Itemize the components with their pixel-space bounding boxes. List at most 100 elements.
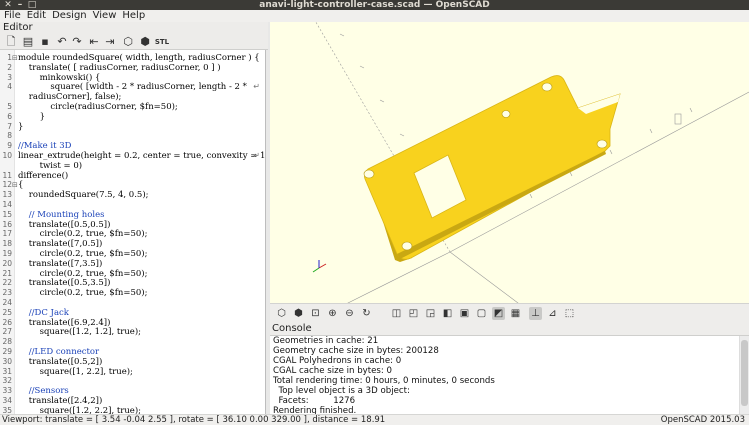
unindent-icon[interactable]: ⇤ bbox=[87, 35, 101, 49]
code-text: square( [width - 2 * radiusCorner, lengt… bbox=[18, 82, 247, 93]
code-line: radiusCorner], false); bbox=[0, 92, 265, 103]
code-line: 13 roundedSquare(7.5, 4, 0.5); bbox=[0, 190, 265, 200]
menu-edit[interactable]: Edit bbox=[24, 10, 49, 22]
save-icon[interactable]: ▪ bbox=[38, 35, 52, 49]
code-text: radiusCorner], false); bbox=[18, 92, 122, 103]
minimize-icon[interactable]: – bbox=[14, 0, 26, 10]
zoom-in-icon[interactable]: ⊕ bbox=[326, 307, 339, 320]
rendered-model bbox=[363, 75, 621, 262]
menu-design[interactable]: Design bbox=[49, 10, 90, 22]
maximize-icon[interactable]: □ bbox=[26, 0, 38, 10]
line-number: 34 bbox=[2, 396, 12, 405]
line-wrap-icon: ↵ bbox=[253, 151, 260, 160]
line-number: 11 bbox=[2, 170, 12, 180]
console-dock-title: Console bbox=[270, 323, 749, 335]
view-bottom-icon[interactable]: ◲ bbox=[424, 307, 437, 320]
line-number: 3 bbox=[7, 72, 12, 82]
show-axes-icon[interactable]: ⊥ bbox=[529, 307, 542, 320]
code-text: square([1.2, 1.2], true); bbox=[18, 327, 142, 338]
code-line: 7} bbox=[0, 121, 265, 132]
code-line: 9 //Make it 3D bbox=[0, 141, 265, 151]
line-number: 10 bbox=[2, 151, 12, 160]
line-number: 13 bbox=[2, 190, 12, 200]
view-top-icon[interactable]: ◰ bbox=[407, 307, 420, 320]
line-number: 15 bbox=[2, 209, 12, 219]
code-line: 30 translate([0.5,2]) bbox=[0, 356, 265, 367]
line-number: 2 bbox=[7, 62, 12, 72]
code-text: translate([0.5,2]) bbox=[18, 356, 103, 367]
line-number: 30 bbox=[2, 356, 12, 366]
code-text: translate([0.5,3.5]) bbox=[18, 278, 111, 289]
close-icon[interactable]: ✕ bbox=[2, 0, 14, 10]
line-number: 24 bbox=[2, 298, 12, 307]
menu-help[interactable]: Help bbox=[119, 10, 148, 22]
line-number: 12 bbox=[2, 180, 12, 190]
code-text: translate( [ radiusCorner, radiusCorner,… bbox=[18, 62, 221, 73]
code-line: 23 circle(0.2, true, $fn=50); bbox=[0, 288, 265, 298]
indent-icon[interactable]: ⇥ bbox=[103, 35, 117, 49]
code-line: 35 square([1.2, 2.2], true); bbox=[0, 406, 265, 414]
code-editor[interactable]: 1 ⊟ module roundedSquare( width, length, r… bbox=[0, 50, 266, 414]
view-back-icon[interactable]: ▢ bbox=[475, 307, 488, 320]
console-line: Geometries in cache: 21 bbox=[273, 336, 379, 346]
console-line: Rendering finished. bbox=[273, 406, 357, 414]
render-icon[interactable]: ⬢ bbox=[138, 35, 152, 49]
version-label: OpenSCAD 2015.03 bbox=[660, 415, 745, 425]
view-right-icon[interactable]: ◫ bbox=[390, 307, 403, 320]
code-line: 4 square( [width - 2 * radiusCorner, len… bbox=[0, 82, 265, 93]
console-scrollbar-thumb[interactable] bbox=[741, 340, 748, 406]
console-line: CGAL Polyhedrons in cache: 0 bbox=[273, 356, 402, 366]
undo-icon[interactable]: ↶ bbox=[55, 35, 69, 49]
line-number: 28 bbox=[2, 337, 12, 347]
show-edges-icon[interactable]: ⬚ bbox=[563, 307, 576, 320]
code-line: 34 translate([2.4,2]) bbox=[0, 396, 265, 406]
view-left-icon[interactable]: ◧ bbox=[441, 307, 454, 320]
code-line: 2 translate( [ radiusCorner, radiusCorne… bbox=[0, 62, 265, 73]
code-line: twist = 0) bbox=[0, 161, 265, 171]
code-text: } bbox=[18, 121, 24, 132]
render-icon[interactable]: ⬢ bbox=[292, 307, 305, 320]
console-line: Total rendering time: 0 hours, 0 minutes… bbox=[273, 376, 495, 386]
code-line: 33 //Sensors bbox=[0, 386, 265, 396]
new-file-icon[interactable]: 🗋 bbox=[4, 35, 18, 49]
export-stl-icon[interactable]: STL bbox=[154, 35, 170, 49]
code-text: square([1, 2.2], true); bbox=[18, 366, 133, 377]
console-scrollbar[interactable] bbox=[739, 336, 749, 414]
menu-view[interactable]: View bbox=[90, 10, 120, 22]
preview-icon[interactable]: ⬡ bbox=[121, 35, 135, 49]
code-text: translate([7,3.5]) bbox=[18, 258, 103, 269]
line-number: 16 bbox=[2, 219, 12, 229]
code-line: 24 bbox=[0, 298, 265, 308]
code-text: //DC Jack bbox=[18, 307, 69, 318]
redo-icon[interactable]: ↷ bbox=[70, 35, 84, 49]
console-line: CGAL cache size in bytes: 0 bbox=[273, 366, 392, 376]
3d-viewport[interactable] bbox=[270, 22, 749, 303]
line-number: 4 bbox=[7, 82, 12, 92]
menu-file[interactable]: File bbox=[0, 10, 24, 22]
orthogonal-icon[interactable]: ▦ bbox=[509, 307, 522, 320]
preview-icon[interactable]: ⬡ bbox=[275, 307, 288, 320]
zoom-out-icon[interactable]: ⊖ bbox=[343, 307, 356, 320]
open-file-icon[interactable]: ▤ bbox=[21, 35, 35, 49]
code-text: translate([7,0.5]) bbox=[18, 239, 103, 250]
code-line: 8 bbox=[0, 131, 265, 141]
code-line: 32 bbox=[0, 376, 265, 386]
perspective-icon[interactable]: ◩ bbox=[492, 307, 505, 320]
view-all-icon[interactable]: ⊡ bbox=[309, 307, 322, 320]
line-number: 6 bbox=[7, 111, 12, 121]
code-line: 29 //LED connector bbox=[0, 347, 265, 357]
view-front-icon[interactable]: ▣ bbox=[458, 307, 471, 320]
code-line: 19 circle(0.2, true, $fn=50); bbox=[0, 249, 265, 259]
reset-view-icon[interactable]: ↻ bbox=[360, 307, 373, 320]
console-panel[interactable]: Geometries in cache: 21 Geometry cache s… bbox=[270, 335, 749, 414]
code-line: 15 // Mounting holes bbox=[0, 209, 265, 220]
code-text: difference() bbox=[18, 170, 69, 181]
line-number: 7 bbox=[7, 121, 12, 131]
code-line: 25 //DC Jack bbox=[0, 307, 265, 318]
code-text: circle(0.2, true, $fn=50); bbox=[18, 249, 148, 259]
line-number: 14 bbox=[2, 200, 12, 209]
code-line: 20 translate([7,3.5]) bbox=[0, 258, 265, 269]
show-scale-markers-icon[interactable]: ⊿ bbox=[546, 307, 559, 320]
code-text: circle(radiusCorner, $fn=50); bbox=[18, 102, 178, 112]
line-number: 29 bbox=[2, 347, 12, 356]
